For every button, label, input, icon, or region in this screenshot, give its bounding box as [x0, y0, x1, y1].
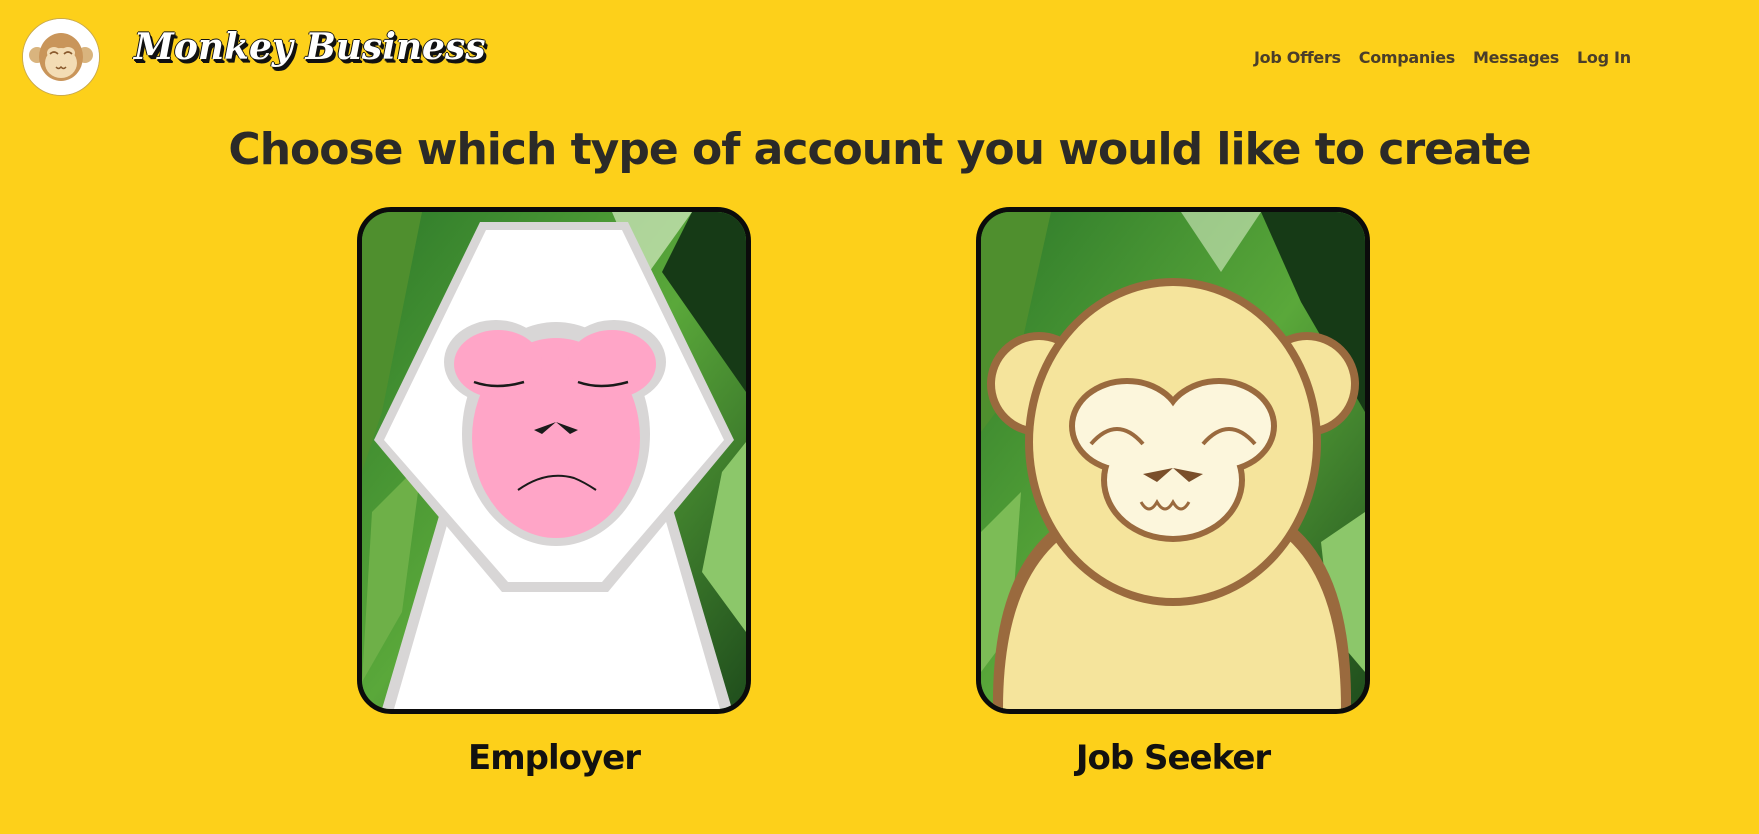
- employer-card[interactable]: [357, 207, 751, 714]
- yellow-monkey-icon: [981, 212, 1365, 709]
- job-seeker-label[interactable]: Job Seeker: [976, 738, 1370, 778]
- monkey-face-icon: [23, 19, 99, 95]
- employer-label[interactable]: Employer: [357, 738, 751, 778]
- logo-button[interactable]: [22, 18, 100, 96]
- nav-messages[interactable]: Messages: [1473, 48, 1559, 67]
- job-seeker-card[interactable]: [976, 207, 1370, 714]
- nav-log-in[interactable]: Log In: [1577, 48, 1631, 67]
- page-title: Choose which type of account you would l…: [228, 124, 1531, 175]
- nav-job-offers[interactable]: Job Offers: [1254, 48, 1341, 67]
- white-monkey-icon: [362, 212, 746, 709]
- top-nav: Job Offers Companies Messages Log In: [1254, 48, 1631, 67]
- brand-title[interactable]: Monkey Business: [134, 26, 486, 68]
- nav-companies[interactable]: Companies: [1359, 48, 1456, 67]
